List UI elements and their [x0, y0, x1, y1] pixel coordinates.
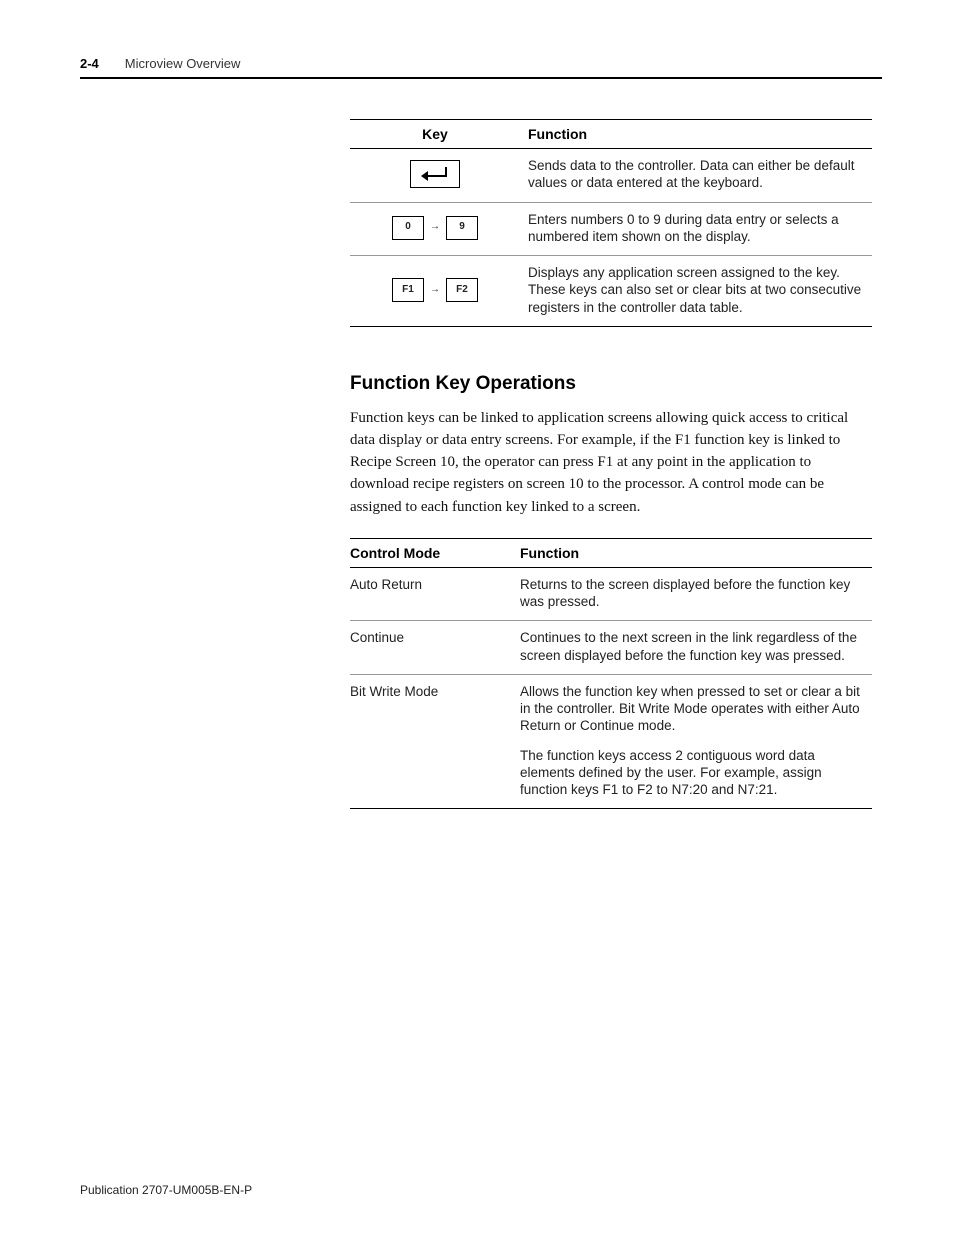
- page-header: 2-4 Microview Overview: [80, 56, 882, 71]
- key-cell-numbers: 0 → 9: [350, 202, 520, 256]
- key-f1-icon: F1: [392, 278, 424, 302]
- document-page: 2-4 Microview Overview Key Function Sen: [0, 0, 954, 1235]
- col-function-header: Function: [520, 120, 872, 149]
- key-cell-fkeys: F1 → F2: [350, 256, 520, 327]
- mode-cell: Auto Return: [350, 567, 520, 621]
- key-f2-icon: F2: [446, 278, 478, 302]
- table-row: Sends data to the controller. Data can e…: [350, 149, 872, 203]
- key-0-icon: 0: [392, 216, 424, 240]
- function-cell: Enters numbers 0 to 9 during data entry …: [520, 202, 872, 256]
- col-mode-header: Control Mode: [350, 538, 520, 567]
- table-header-row: Control Mode Function: [350, 538, 872, 567]
- table-row: 0 → 9 Enters numbers 0 to 9 during data …: [350, 202, 872, 256]
- footer-publication: Publication 2707-UM005B-EN-P: [80, 1183, 252, 1197]
- function-cell: Sends data to the controller. Data can e…: [520, 149, 872, 203]
- section-heading: Function Key Operations: [350, 373, 872, 395]
- table-row: Bit Write Mode Allows the function key w…: [350, 674, 872, 809]
- arrow-icon: →: [430, 221, 440, 234]
- page-title: Microview Overview: [125, 56, 241, 71]
- mode-cell: Continue: [350, 621, 520, 675]
- arrow-icon: →: [430, 284, 440, 297]
- function-cell: Allows the function key when pressed to …: [520, 674, 872, 809]
- key-function-table: Key Function Sends data to the controlle…: [350, 119, 872, 327]
- table-row: Auto Return Returns to the screen displa…: [350, 567, 872, 621]
- content-area: Key Function Sends data to the controlle…: [350, 119, 872, 809]
- page-number: 2-4: [80, 56, 99, 71]
- header-rule: [80, 77, 882, 79]
- mode-cell: Bit Write Mode: [350, 674, 520, 809]
- function-cell: Continues to the next screen in the link…: [520, 621, 872, 675]
- table-row: F1 → F2 Displays any application screen …: [350, 256, 872, 327]
- table-row: Continue Continues to the next screen in…: [350, 621, 872, 675]
- function-p1: Allows the function key when pressed to …: [520, 684, 860, 734]
- function-cell: Returns to the screen displayed before t…: [520, 567, 872, 621]
- table-header-row: Key Function: [350, 120, 872, 149]
- col-function-header: Function: [520, 538, 872, 567]
- col-key-header: Key: [350, 120, 520, 149]
- function-cell: Displays any application screen assigned…: [520, 256, 872, 327]
- control-mode-table: Control Mode Function Auto Return Return…: [350, 538, 872, 810]
- key-9-icon: 9: [446, 216, 478, 240]
- function-p2: The function keys access 2 contiguous wo…: [520, 748, 822, 798]
- section-body: Function keys can be linked to applicati…: [350, 407, 872, 518]
- key-cell-enter: [350, 149, 520, 203]
- enter-key-icon: [410, 160, 460, 188]
